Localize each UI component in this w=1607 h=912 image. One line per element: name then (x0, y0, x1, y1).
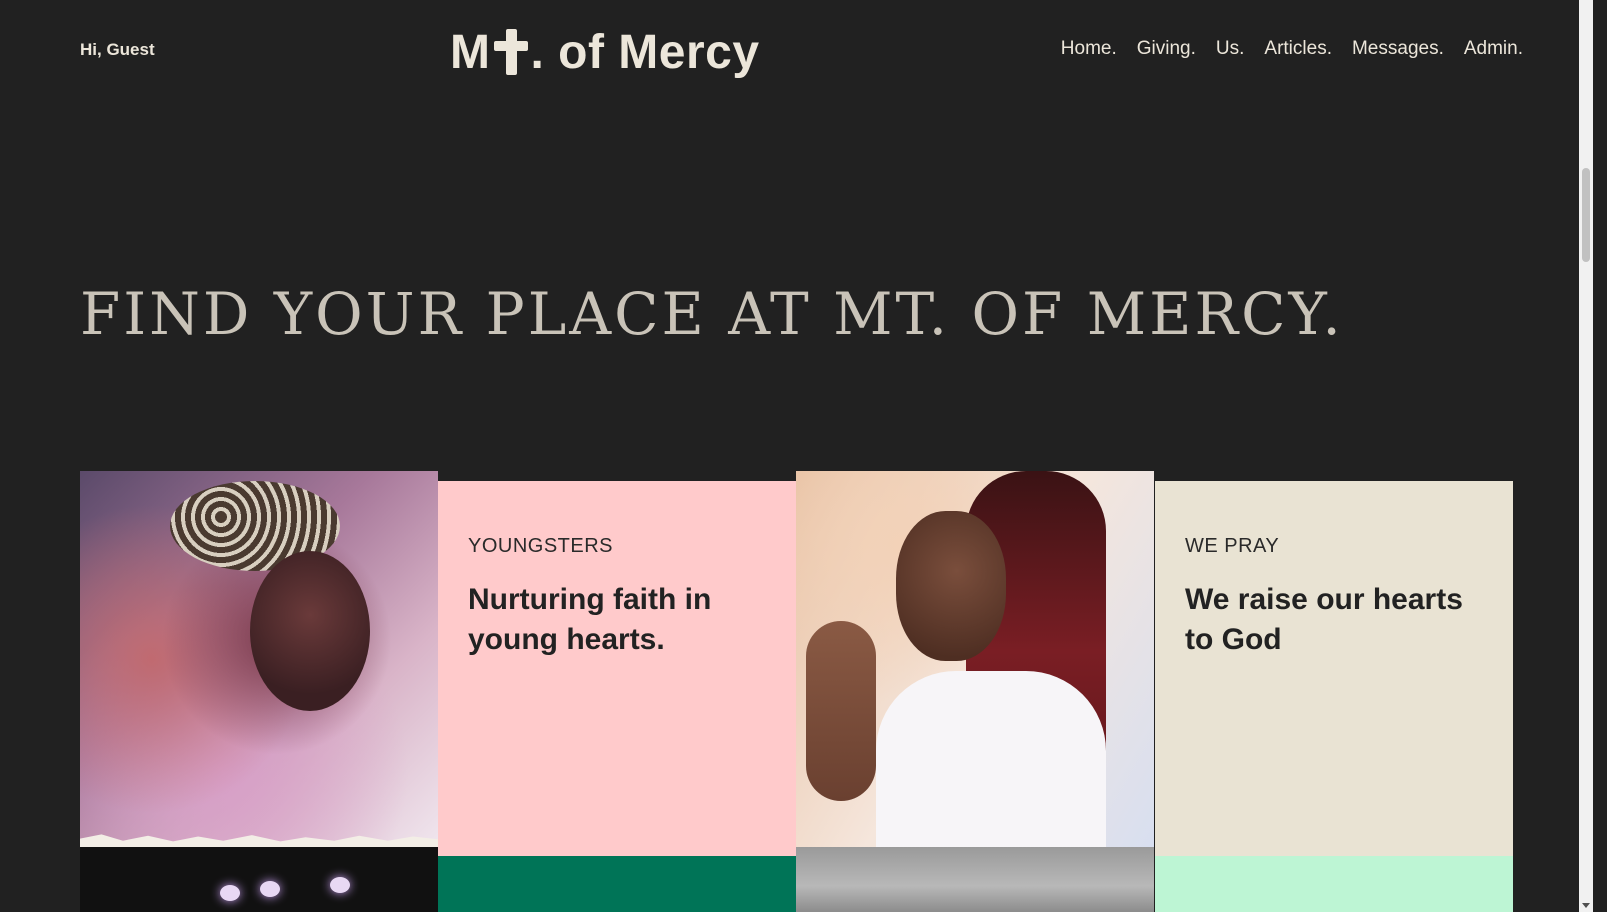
grayscale-photo[interactable] (796, 847, 1154, 912)
vertical-scrollbar[interactable] (1579, 0, 1593, 912)
scroll-down-arrow-icon[interactable] (1582, 903, 1590, 908)
prayer-photo[interactable] (796, 471, 1154, 847)
logo-suffix: . of Mercy (530, 25, 760, 79)
card-kicker: YOUNGSTERS (468, 535, 614, 557)
main-nav: Home. Giving. Us. Articles. Messages. Ad… (1061, 38, 1523, 60)
nav-giving[interactable]: Giving. (1137, 38, 1196, 60)
site-logo[interactable]: M . of Mercy (450, 20, 760, 84)
greeting-text: Hi, Guest (80, 40, 155, 59)
green-card[interactable] (438, 856, 796, 912)
hero-title: FIND YOUR PLACE AT MT. OF MERCY. (80, 280, 1344, 348)
card-headline: Nurturing faith in young hearts. (468, 583, 712, 656)
ministry-grid: YOUNGSTERS Nurturing faith in young hear… (80, 471, 1513, 912)
mint-card[interactable] (1155, 856, 1513, 912)
nav-us[interactable]: Us. (1216, 38, 1245, 60)
nav-home[interactable]: Home. (1061, 38, 1117, 60)
youngsters-photo[interactable] (80, 471, 438, 847)
nav-admin[interactable]: Admin. (1464, 38, 1523, 60)
card-kicker: WE PRAY (1185, 535, 1280, 557)
nav-messages[interactable]: Messages. (1352, 38, 1444, 60)
cross-icon (494, 29, 529, 75)
concert-photo[interactable] (80, 847, 438, 912)
logo-prefix: M (450, 25, 491, 79)
scrollbar-thumb[interactable] (1582, 168, 1590, 262)
we-pray-card[interactable]: WE PRAY We raise our hearts to God (1155, 481, 1513, 856)
torn-paper-edge (80, 834, 438, 847)
nav-articles[interactable]: Articles. (1264, 38, 1332, 60)
page: Hi, Guest M . of Mercy Home. Giving. Us.… (0, 0, 1593, 912)
card-headline: We raise our hearts to God (1185, 583, 1463, 656)
youngsters-card[interactable]: YOUNGSTERS Nurturing faith in young hear… (438, 481, 796, 856)
